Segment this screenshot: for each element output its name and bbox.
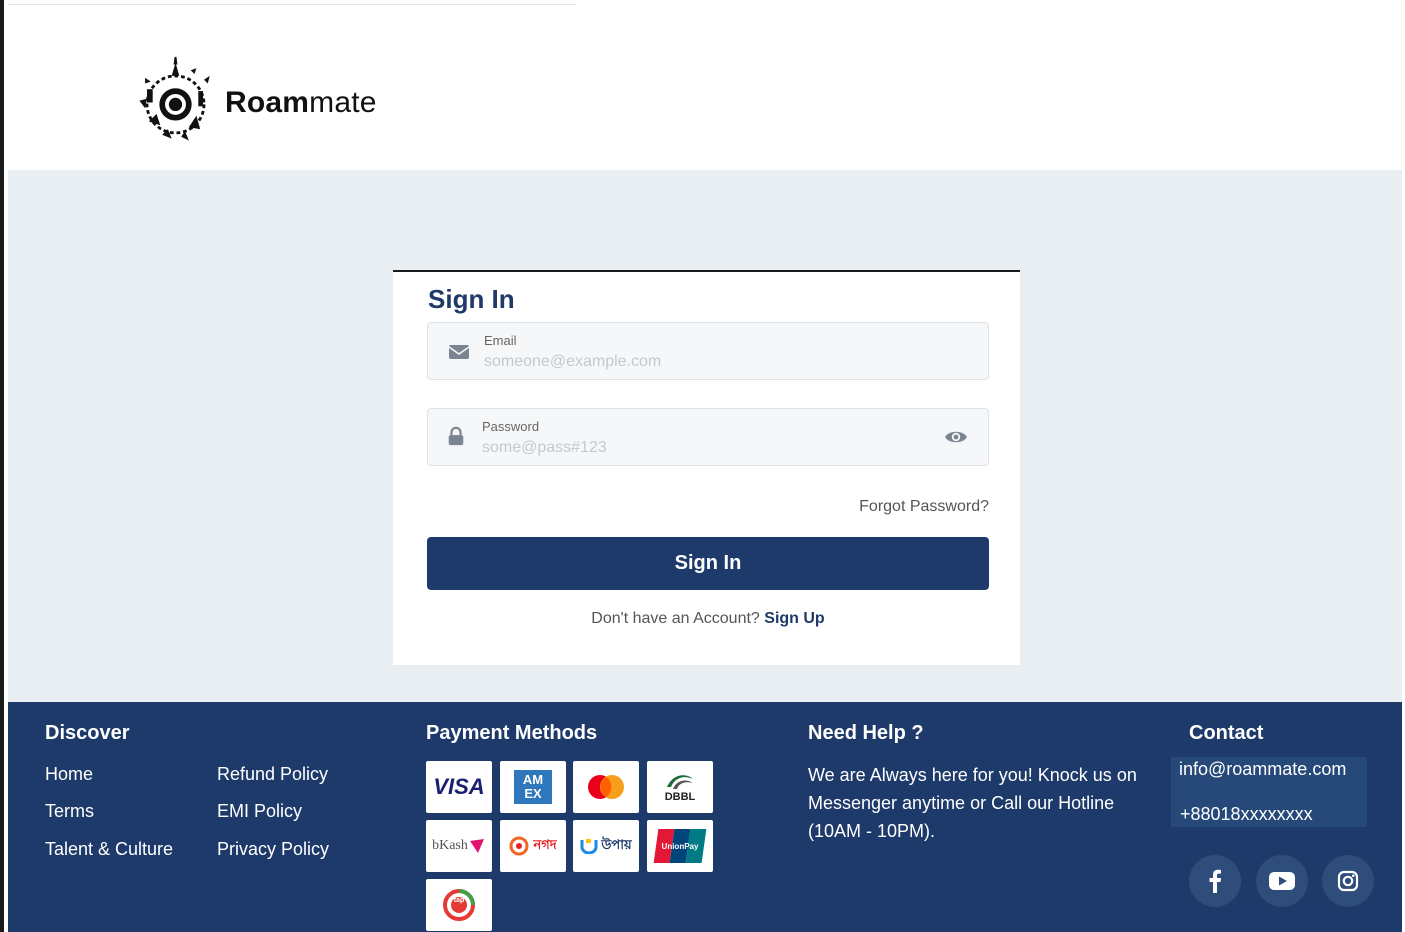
mastercard-icon (588, 775, 624, 799)
signin-section: Sign In Email Password Forgot Password? (8, 170, 1402, 702)
facebook-icon (1209, 869, 1221, 893)
bkash-logo: bKash (426, 820, 492, 872)
email-input[interactable] (484, 351, 924, 373)
upay-logo: উপায় (573, 820, 639, 872)
no-account-text: Don't have an Account? (591, 610, 760, 627)
password-label: Password (482, 419, 540, 434)
signin-card: Sign In Email Password Forgot Password? (393, 270, 1020, 665)
contact-box: info@roammate.com +88018xxxxxxxx (1171, 757, 1367, 827)
site-header: Roammate (8, 5, 1402, 170)
facebook-button[interactable] (1189, 855, 1241, 907)
need-help-text: We are Always here for you! Knock us on … (808, 765, 1137, 841)
nagad-swirl-icon (509, 836, 529, 856)
brand-name: Roammate (225, 85, 377, 119)
amex-logo: AM EX (500, 761, 566, 813)
footer-link-emi-policy[interactable]: EMI Policy (217, 801, 302, 822)
dbbl-logo: DBBL (647, 761, 713, 813)
signup-link[interactable]: Sign Up (764, 610, 824, 627)
envelope-icon (448, 345, 470, 359)
left-window-edge (0, 0, 8, 932)
contact-title: Contact (1189, 722, 1264, 744)
brand-logo[interactable]: Roammate (128, 55, 377, 150)
discover-title: Discover (45, 722, 130, 744)
password-field[interactable]: Password (427, 408, 989, 466)
contact-phone-link[interactable]: +88018xxxxxxxx (1180, 804, 1313, 825)
email-label: Email (484, 333, 517, 348)
footer-link-terms[interactable]: Terms (45, 801, 94, 822)
email-field[interactable]: Email (427, 322, 989, 380)
site-footer: Discover Home Terms Talent & Culture Ref… (8, 702, 1402, 932)
instagram-button[interactable] (1322, 855, 1374, 907)
footer-link-home[interactable]: Home (45, 764, 93, 785)
nagad-logo: নগদ (500, 820, 566, 872)
upay-icon (580, 839, 598, 854)
signup-prompt: Don't have an Account? Sign Up (393, 610, 1023, 628)
need-help-title: Need Help ? (808, 722, 924, 744)
globe-landmarks-logo-icon (139, 56, 210, 141)
eye-icon[interactable] (944, 427, 968, 447)
lock-icon (448, 426, 464, 446)
mastercard-logo (573, 761, 639, 813)
forgot-password-link[interactable]: Forgot Password? (859, 498, 989, 516)
bkash-bird-icon (469, 839, 484, 853)
footer-link-privacy-policy[interactable]: Privacy Policy (217, 839, 329, 860)
tap-icon (443, 889, 475, 921)
footer-link-refund-policy[interactable]: Refund Policy (217, 764, 328, 785)
signin-title: Sign In (428, 284, 515, 314)
contact-email-link[interactable]: info@roammate.com (1179, 759, 1346, 780)
payment-methods-title: Payment Methods (426, 722, 598, 744)
instagram-icon (1337, 870, 1359, 892)
dbbl-swoosh-icon (667, 775, 693, 789)
visa-logo: VISA (426, 761, 492, 813)
password-input[interactable] (482, 437, 922, 459)
signin-button[interactable]: Sign In (427, 537, 989, 590)
footer-link-talent-culture[interactable]: Talent & Culture (45, 839, 173, 860)
unionpay-logo: UnionPay (647, 820, 713, 872)
youtube-button[interactable] (1256, 855, 1308, 907)
tap-logo: tap (426, 879, 492, 931)
youtube-icon (1269, 872, 1295, 890)
